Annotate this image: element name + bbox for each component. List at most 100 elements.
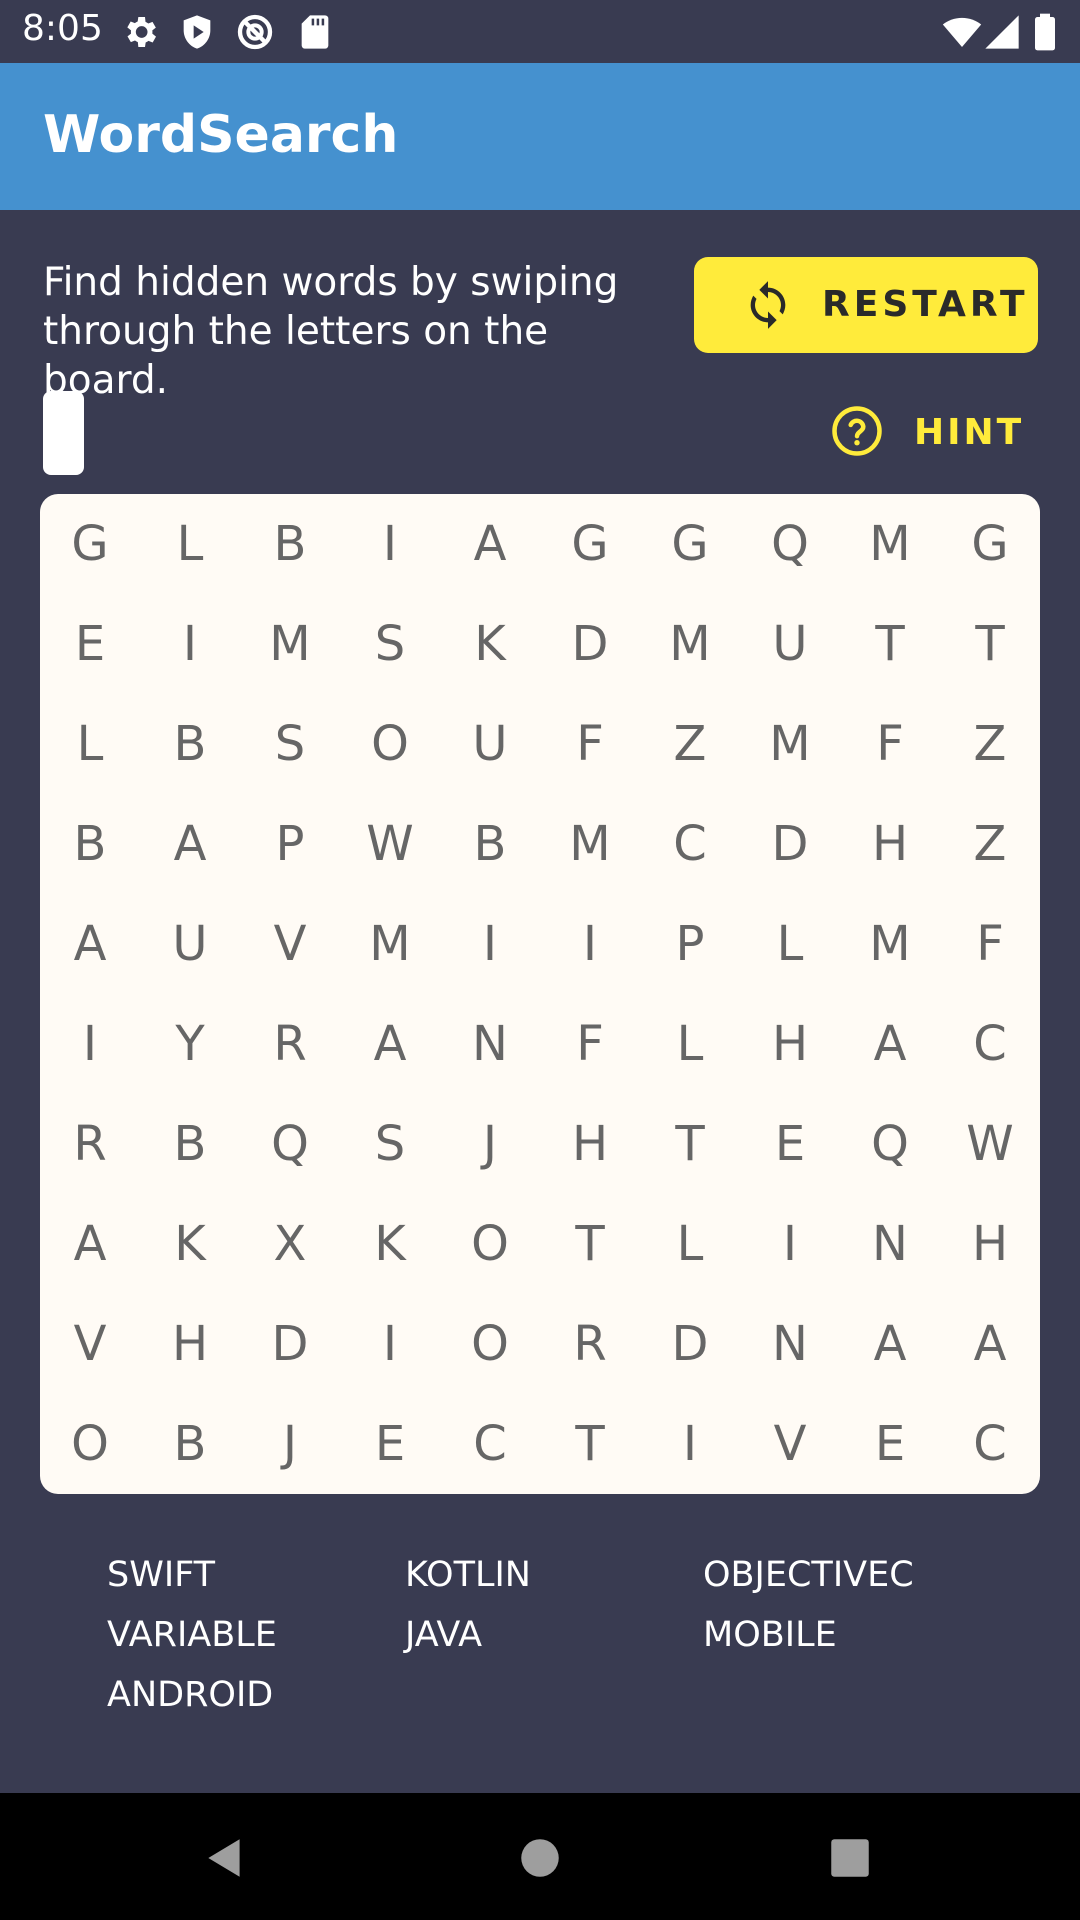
letter-cell[interactable]: B (140, 1394, 240, 1494)
letter-cell[interactable]: G (640, 494, 740, 594)
letter-cell[interactable]: M (340, 894, 440, 994)
letter-cell[interactable]: U (740, 594, 840, 694)
letter-cell[interactable]: A (840, 994, 940, 1094)
letter-cell[interactable]: M (740, 694, 840, 794)
letter-cell[interactable]: A (440, 494, 540, 594)
letter-cell[interactable]: I (540, 894, 640, 994)
letter-cell[interactable]: J (440, 1094, 540, 1194)
letter-cell[interactable]: A (40, 1194, 140, 1294)
recents-icon[interactable] (825, 1833, 875, 1883)
letter-cell[interactable]: B (140, 694, 240, 794)
letter-cell[interactable]: G (40, 494, 140, 594)
letter-cell[interactable]: C (940, 1394, 1040, 1494)
letter-cell[interactable]: S (340, 594, 440, 694)
letter-cell[interactable]: F (540, 994, 640, 1094)
letter-cell[interactable]: M (640, 594, 740, 694)
letter-cell[interactable]: W (940, 1094, 1040, 1194)
letter-cell[interactable]: H (540, 1094, 640, 1194)
letter-cell[interactable]: P (240, 794, 340, 894)
letter-cell[interactable]: K (140, 1194, 240, 1294)
letter-cell[interactable]: A (840, 1294, 940, 1394)
letter-cell[interactable]: W (340, 794, 440, 894)
letter-cell[interactable]: Y (140, 994, 240, 1094)
letter-cell[interactable]: I (140, 594, 240, 694)
letter-cell[interactable]: N (840, 1194, 940, 1294)
letter-cell[interactable]: S (240, 694, 340, 794)
letter-cell[interactable]: N (440, 994, 540, 1094)
letter-cell[interactable]: H (140, 1294, 240, 1394)
letter-cell[interactable]: O (40, 1394, 140, 1494)
letter-cell[interactable]: I (640, 1394, 740, 1494)
letter-cell[interactable]: C (640, 794, 740, 894)
letter-cell[interactable]: F (540, 694, 640, 794)
letter-cell[interactable]: T (940, 594, 1040, 694)
letter-cell[interactable]: E (40, 594, 140, 694)
letter-cell[interactable]: F (840, 694, 940, 794)
letter-cell[interactable]: H (940, 1194, 1040, 1294)
letter-cell[interactable]: K (340, 1194, 440, 1294)
letter-cell[interactable]: U (140, 894, 240, 994)
letter-cell[interactable]: S (340, 1094, 440, 1194)
letter-cell[interactable]: E (740, 1094, 840, 1194)
letter-cell[interactable]: F (940, 894, 1040, 994)
letter-cell[interactable]: D (540, 594, 640, 694)
letter-cell[interactable]: B (440, 794, 540, 894)
letter-cell[interactable]: E (840, 1394, 940, 1494)
letter-cell[interactable]: H (840, 794, 940, 894)
letter-cell[interactable]: A (340, 994, 440, 1094)
letter-cell[interactable]: Z (940, 794, 1040, 894)
letter-cell[interactable]: L (640, 994, 740, 1094)
letter-cell[interactable]: T (540, 1194, 640, 1294)
restart-button[interactable]: RESTART (694, 257, 1038, 353)
letter-cell[interactable]: G (940, 494, 1040, 594)
letter-cell[interactable]: L (740, 894, 840, 994)
letter-cell[interactable]: O (440, 1194, 540, 1294)
letter-cell[interactable]: E (340, 1394, 440, 1494)
hint-button[interactable]: HINT (830, 402, 1021, 462)
letter-cell[interactable]: T (840, 594, 940, 694)
letter-cell[interactable]: Z (640, 694, 740, 794)
letter-cell[interactable]: D (240, 1294, 340, 1394)
letter-cell[interactable]: M (540, 794, 640, 894)
letter-cell[interactable]: A (140, 794, 240, 894)
letter-cell[interactable]: R (40, 1094, 140, 1194)
letter-cell[interactable]: B (40, 794, 140, 894)
letter-cell[interactable]: O (440, 1294, 540, 1394)
letter-cell[interactable]: I (740, 1194, 840, 1294)
letter-cell[interactable]: L (40, 694, 140, 794)
letter-grid[interactable]: GLBIAGGQMGEIMSKDMUTTLBSOUFZMFZBAPWBMCDHZ… (40, 494, 1040, 1494)
letter-cell[interactable]: B (140, 1094, 240, 1194)
letter-cell[interactable]: J (240, 1394, 340, 1494)
letter-cell[interactable]: A (40, 894, 140, 994)
letter-cell[interactable]: X (240, 1194, 340, 1294)
letter-cell[interactable]: I (340, 1294, 440, 1394)
letter-cell[interactable]: R (540, 1294, 640, 1394)
letter-cell[interactable]: L (140, 494, 240, 594)
home-icon[interactable] (515, 1833, 565, 1883)
letter-cell[interactable]: N (740, 1294, 840, 1394)
letter-cell[interactable]: B (240, 494, 340, 594)
letter-cell[interactable]: I (340, 494, 440, 594)
letter-cell[interactable]: Q (840, 1094, 940, 1194)
letter-cell[interactable]: V (740, 1394, 840, 1494)
letter-cell[interactable]: Z (940, 694, 1040, 794)
letter-cell[interactable]: U (440, 694, 540, 794)
word-search-board[interactable]: GLBIAGGQMGEIMSKDMUTTLBSOUFZMFZBAPWBMCDHZ… (40, 494, 1040, 1494)
letter-cell[interactable]: I (40, 994, 140, 1094)
letter-cell[interactable]: O (340, 694, 440, 794)
letter-cell[interactable]: H (740, 994, 840, 1094)
letter-cell[interactable]: C (440, 1394, 540, 1494)
letter-cell[interactable]: M (840, 894, 940, 994)
letter-cell[interactable]: D (640, 1294, 740, 1394)
letter-cell[interactable]: T (640, 1094, 740, 1194)
letter-cell[interactable]: R (240, 994, 340, 1094)
letter-cell[interactable]: D (740, 794, 840, 894)
letter-cell[interactable]: T (540, 1394, 640, 1494)
letter-cell[interactable]: M (240, 594, 340, 694)
letter-cell[interactable]: K (440, 594, 540, 694)
letter-cell[interactable]: Q (240, 1094, 340, 1194)
letter-cell[interactable]: Q (740, 494, 840, 594)
letter-cell[interactable]: L (640, 1194, 740, 1294)
letter-cell[interactable]: M (840, 494, 940, 594)
letter-cell[interactable]: G (540, 494, 640, 594)
